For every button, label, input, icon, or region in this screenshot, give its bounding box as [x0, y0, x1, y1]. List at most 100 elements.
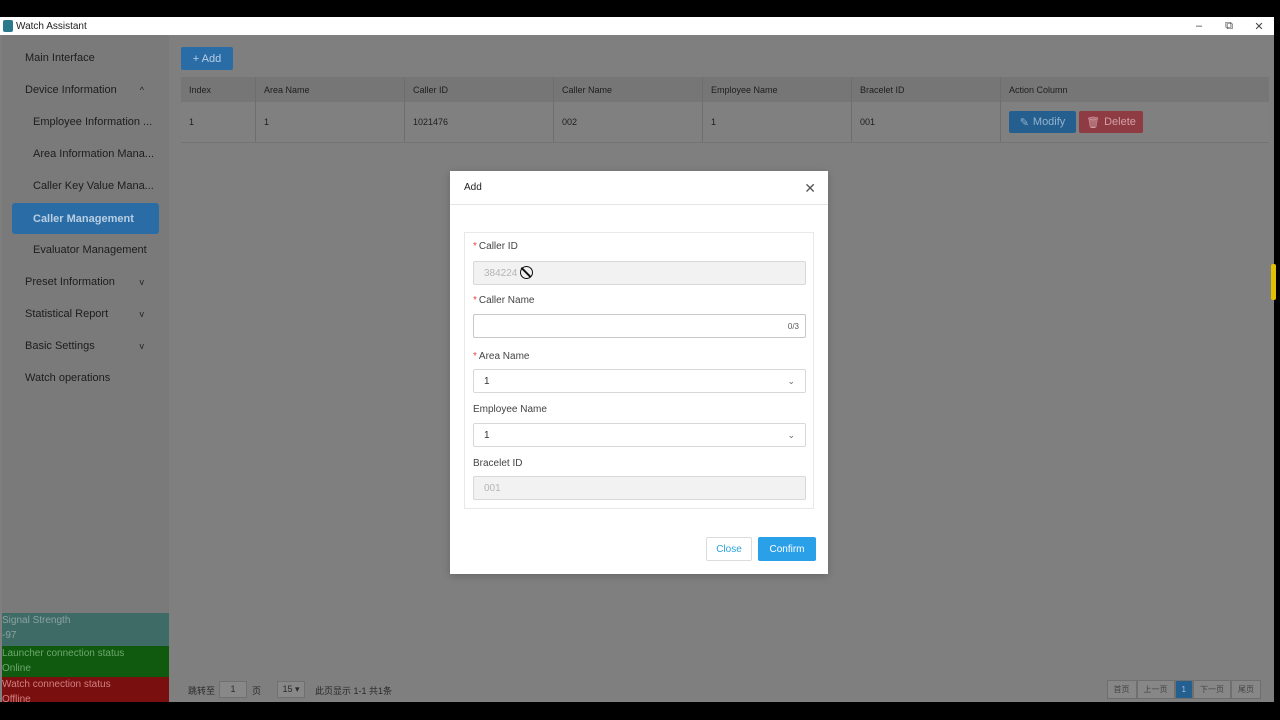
page-1-button[interactable]: 1: [1174, 680, 1193, 699]
sidebar-item-label: Device Information: [25, 84, 117, 96]
chevron-down-icon: v: [139, 341, 145, 351]
employee-name-select[interactable]: 1 ⌄: [473, 423, 806, 447]
add-dialog: Add ✕ * Caller ID 384224 * Caller Name 0/3…: [450, 171, 828, 574]
add-caller-form: * Caller ID 384224 * Caller Name 0/3 * Area…: [464, 232, 814, 509]
close-button[interactable]: Close: [706, 537, 752, 561]
goto-label: 跳转至: [188, 686, 216, 696]
sidebar-item-label: Main Interface: [25, 52, 95, 64]
not-allowed-cursor-icon: [520, 266, 533, 279]
chevron-up-icon: ^: [139, 85, 144, 95]
cell-caller-id: 1021476: [405, 102, 554, 142]
last-page-button[interactable]: 尾页: [1231, 680, 1261, 699]
add-button[interactable]: + Add: [181, 47, 233, 70]
required-marker: *: [473, 295, 477, 306]
sidebar-item-basic-settings[interactable]: Basic Settings v: [2, 330, 169, 362]
caller-table: Index Area Name Caller ID Caller Name Em…: [181, 77, 1269, 143]
chevron-down-icon: v: [139, 309, 145, 319]
sidebar-item-label: Caller Key Value Mana...: [33, 180, 154, 192]
cell-employee-name: 1: [703, 102, 852, 142]
chevron-down-icon: v: [139, 277, 145, 287]
next-page-button[interactable]: 下一页: [1193, 680, 1231, 699]
employee-name-value: 1: [484, 429, 490, 441]
watch-status-label: Watch connection status: [2, 679, 111, 690]
column-header-caller-name[interactable]: Caller Name: [554, 77, 703, 102]
table-header: Index Area Name Caller ID Caller Name Em…: [181, 77, 1269, 102]
sidebar-item-label: Employee Information ...: [33, 116, 153, 128]
sidebar-item-area-information[interactable]: Area Information Mana...: [2, 138, 169, 170]
delete-button[interactable]: 🗑︎ Delete: [1079, 111, 1143, 133]
scrollbar[interactable]: [1274, 35, 1280, 702]
sidebar-item-caller-key-value[interactable]: Caller Key Value Mana...: [2, 170, 169, 202]
sidebar-item-device-information[interactable]: Device Information ^: [2, 74, 169, 106]
app-logo-icon: [3, 20, 13, 32]
cell-bracelet-id: 001: [852, 102, 1001, 142]
window-title: Watch Assistant: [16, 20, 87, 32]
chevron-down-icon: ⌄: [787, 429, 795, 440]
table-row: 1 1 1021476 002 1 001 ✎ Modify 🗑︎ Delete: [181, 102, 1269, 143]
caller-id-label: * Caller ID: [473, 241, 518, 252]
column-header-caller-id[interactable]: Caller ID: [405, 77, 554, 102]
required-marker: *: [473, 351, 477, 362]
column-header-index[interactable]: Index: [181, 77, 256, 102]
launcher-connection-status: Launcher connection status Online: [2, 646, 169, 677]
column-header-area-name[interactable]: Area Name: [256, 77, 405, 102]
bracelet-id-label: Bracelet ID: [473, 458, 522, 469]
restore-button[interactable]: ⧉: [1214, 17, 1244, 35]
page-size-select[interactable]: 15 ▾: [277, 681, 305, 698]
sidebar-item-watch-operations[interactable]: Watch operations: [2, 362, 169, 394]
area-name-select[interactable]: 1 ⌄: [473, 369, 806, 393]
caller-name-label-text: Caller Name: [478, 295, 535, 306]
goto-page-input[interactable]: 1: [219, 681, 247, 698]
signal-strength-label: Signal Strength: [2, 615, 71, 626]
close-window-button[interactable]: ✕: [1244, 17, 1274, 35]
title-bar: Watch Assistant – ⧉ ✕: [0, 17, 1274, 35]
sidebar-item-main-interface[interactable]: Main Interface: [2, 42, 169, 74]
signal-strength-status: Signal Strength -97: [2, 613, 169, 646]
launcher-status-value: Online: [2, 663, 31, 674]
area-name-value: 1: [484, 375, 490, 387]
scrollbar-thumb[interactable]: [1271, 264, 1276, 300]
bracelet-id-label-text: Bracelet ID: [473, 458, 523, 469]
minimize-button[interactable]: –: [1184, 17, 1214, 35]
pagination-summary: 此页显示 1-1 共1条: [315, 686, 393, 696]
first-page-button[interactable]: 首页: [1106, 680, 1137, 699]
column-header-employee-name[interactable]: Employee Name: [703, 77, 852, 102]
caller-id-value: 384224: [484, 267, 518, 279]
sidebar-item-label: Area Information Mana...: [33, 148, 155, 160]
bracelet-id-value: 001: [484, 482, 501, 494]
caller-name-field[interactable]: 0/3: [473, 314, 806, 338]
caller-name-counter: 0/3: [787, 321, 799, 331]
watch-status-value: Offline: [2, 694, 31, 702]
bracelet-id-field[interactable]: 001: [473, 476, 806, 500]
edit-icon: ✎: [1019, 116, 1029, 129]
signal-strength-value: -97: [2, 630, 17, 641]
launcher-status-label: Launcher connection status: [2, 648, 125, 659]
caller-id-label-text: Caller ID: [478, 241, 518, 252]
close-icon[interactable]: ✕: [804, 180, 816, 197]
sidebar-item-evaluator-management[interactable]: Evaluator Management: [2, 234, 169, 266]
prev-page-button[interactable]: 上一页: [1136, 680, 1175, 699]
chevron-down-icon: ⌄: [787, 375, 795, 386]
pagination: 跳转至 1 页 15 ▾ 此页显示 1-1 共1条 首页 上一页 1 下一页 尾…: [181, 677, 1269, 701]
caller-id-field[interactable]: 384224: [473, 261, 806, 285]
sidebar-item-statistical-report[interactable]: Statistical Report v: [2, 298, 169, 330]
sidebar-item-employee-information[interactable]: Employee Information ...: [2, 106, 169, 138]
area-name-label-text: Area Name: [478, 351, 530, 362]
cell-actions: ✎ Modify 🗑︎ Delete: [1001, 102, 1269, 142]
cell-index: 1: [181, 102, 256, 142]
delete-button-label: Delete: [1104, 116, 1136, 128]
sidebar-item-preset-information[interactable]: Preset Information v: [2, 266, 169, 298]
confirm-button[interactable]: Confirm: [758, 537, 816, 561]
cell-area-name: 1: [256, 102, 405, 142]
sidebar-item-label: Basic Settings: [25, 340, 95, 352]
sidebar-item-caller-management[interactable]: Caller Management: [12, 203, 159, 234]
modify-button[interactable]: ✎ Modify: [1009, 111, 1076, 133]
column-header-action: Action Column: [1009, 84, 1068, 95]
app-root: Watch Assistant – ⧉ ✕ Main Interface Dev…: [0, 0, 1280, 720]
modify-button-label: Modify: [1032, 116, 1066, 128]
employee-name-label: Employee Name: [473, 404, 547, 415]
dialog-header: Add ✕: [450, 171, 828, 205]
column-header-bracelet-id[interactable]: Bracelet ID: [852, 77, 1001, 102]
sidebar-item-label: Caller Management: [33, 212, 134, 225]
caller-name-label: * Caller Name: [473, 295, 534, 306]
